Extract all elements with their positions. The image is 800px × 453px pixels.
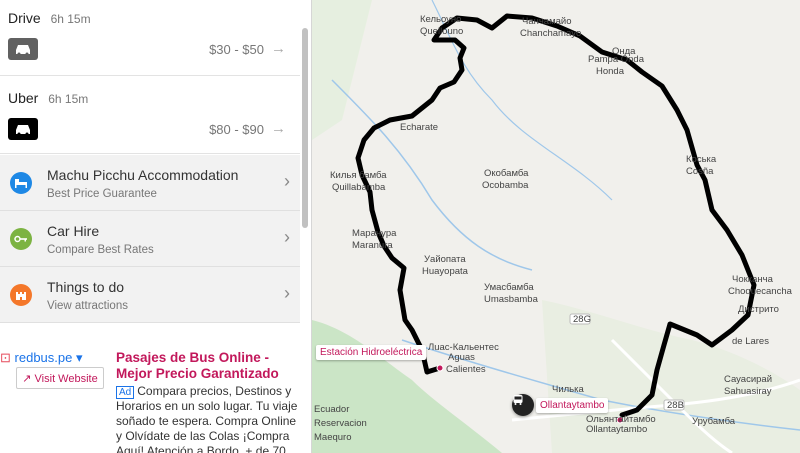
route-duration: 6h 15m (48, 92, 89, 106)
chevron-right-icon: › (284, 171, 290, 191)
place-label: Sahuasiray (724, 386, 772, 397)
map-canvas[interactable]: 28G 28B Кельоуно Quellouno Чанчамайо Cha… (312, 0, 800, 453)
ad-brand: redbus.pe ▾ (14, 350, 83, 365)
place-label: de Lares (732, 336, 769, 347)
place-label: Чокканча (732, 274, 774, 285)
place-label: Choquecancha (728, 286, 793, 297)
place-label: Huayopata (422, 266, 469, 277)
bus-icon: ⊡ (0, 350, 11, 365)
ad-block: ⊡ redbus.pe ▾ ↗ Visit Website Pasajes de… (0, 338, 300, 453)
place-label: Aguas (448, 352, 475, 363)
ad-headline[interactable]: Pasajes de Bus Online - Mejor Precio Gar… (116, 350, 300, 382)
route-price: $80 - $90 (209, 122, 264, 137)
place-label: Ollantaytambo (586, 424, 647, 435)
route-price: $30 - $50 (209, 42, 264, 57)
place-label: Calientes (446, 364, 486, 375)
arrow-right-icon: → (271, 120, 286, 137)
place-label: Коська (686, 154, 717, 165)
chevron-right-icon: › (284, 227, 290, 247)
marker-label-hidroelectrica[interactable]: Estación Hidroeléctrica (316, 345, 427, 360)
place-label: Урубамба (692, 416, 736, 427)
road-label: 28G (573, 314, 591, 325)
place-label: Maequro (314, 432, 352, 443)
place-label: Cosña (686, 166, 714, 177)
ad-body-text: Compara precios, Destinos y Horarios en … (116, 384, 298, 453)
service-car-hire[interactable]: Car Hire Compare Best Rates › (0, 211, 300, 267)
route-option-drive[interactable]: Drive 6h 15m $30 - $50 → (0, 0, 300, 76)
road-label: 28B (667, 400, 684, 411)
route-option-uber[interactable]: Uber 6h 15m $80 - $90 → (0, 76, 300, 154)
place-label: Echarate (400, 122, 438, 133)
route-mode: Uber (8, 90, 39, 106)
ad-body: Ad Compara precios, Destinos y Horarios e… (116, 384, 298, 453)
arrow-right-icon: → (271, 40, 286, 57)
service-title: Machu Picchu Accommodation (47, 167, 239, 183)
service-subtitle: View attractions (47, 300, 128, 312)
place-label: Quillabamba (332, 182, 386, 193)
place-label: Чилька (552, 384, 584, 395)
route-header: Drive 6h 15m (8, 10, 91, 26)
directions-panel: Drive 6h 15m $30 - $50 → Uber 6h 15m $80… (0, 0, 312, 453)
place-label: Umasbamba (484, 294, 539, 305)
service-things-to-do[interactable]: Things to do View attractions › (0, 267, 300, 323)
place-label: Кельоуно (420, 14, 461, 25)
bus-icon[interactable] (512, 394, 534, 416)
place-label: Reservacion (314, 418, 367, 429)
place-label: Марануpa (352, 228, 397, 239)
ad-tag: Ad (116, 386, 135, 399)
route-header: Uber 6h 15m (8, 90, 88, 106)
route-duration: 6h 15m (50, 12, 91, 26)
car-icon (8, 38, 38, 60)
place-label: Чанчамайо (522, 16, 572, 27)
service-title: Car Hire (47, 223, 100, 239)
place-label: Уайопата (424, 254, 466, 265)
service-accommodation[interactable]: Machu Picchu Accommodation Best Price Gu… (0, 155, 300, 211)
place-label: Умасбамба (484, 282, 534, 293)
map-view[interactable]: 28G 28B Кельоуно Quellouno Чанчамайо Cha… (312, 0, 800, 453)
place-label: Дистрито (738, 304, 779, 315)
place-label: Сауасирай (724, 374, 772, 385)
visit-website-button[interactable]: ↗ Visit Website (16, 367, 104, 389)
service-subtitle: Compare Best Rates (47, 244, 154, 256)
castle-icon (10, 284, 32, 306)
bed-icon (10, 172, 32, 194)
place-label: Ocobamba (482, 180, 529, 191)
route-mode: Drive (8, 10, 41, 26)
panel-scrollbar[interactable] (302, 28, 308, 228)
pin-icon[interactable] (436, 364, 444, 372)
key-icon (10, 228, 32, 250)
place-label: Honda (596, 66, 625, 77)
car-icon (8, 118, 38, 140)
ad-brand-link[interactable]: ⊡ redbus.pe ▾ (0, 350, 83, 366)
place-label: Килья бамба (330, 170, 387, 181)
place-label: Quellouno (420, 26, 463, 37)
place-label: Ecuador (314, 404, 349, 415)
service-title: Things to do (47, 279, 125, 295)
place-label: Окобамба (484, 168, 529, 179)
place-label: Maranura (352, 240, 393, 251)
service-subtitle: Best Price Guarantee (47, 188, 157, 200)
chevron-right-icon: › (284, 283, 290, 303)
place-label: Pampa Onda (588, 54, 645, 65)
marker-label-ollantaytambo[interactable]: Ollantaytambo (536, 398, 609, 413)
place-label: Chanchamayo (520, 28, 581, 39)
